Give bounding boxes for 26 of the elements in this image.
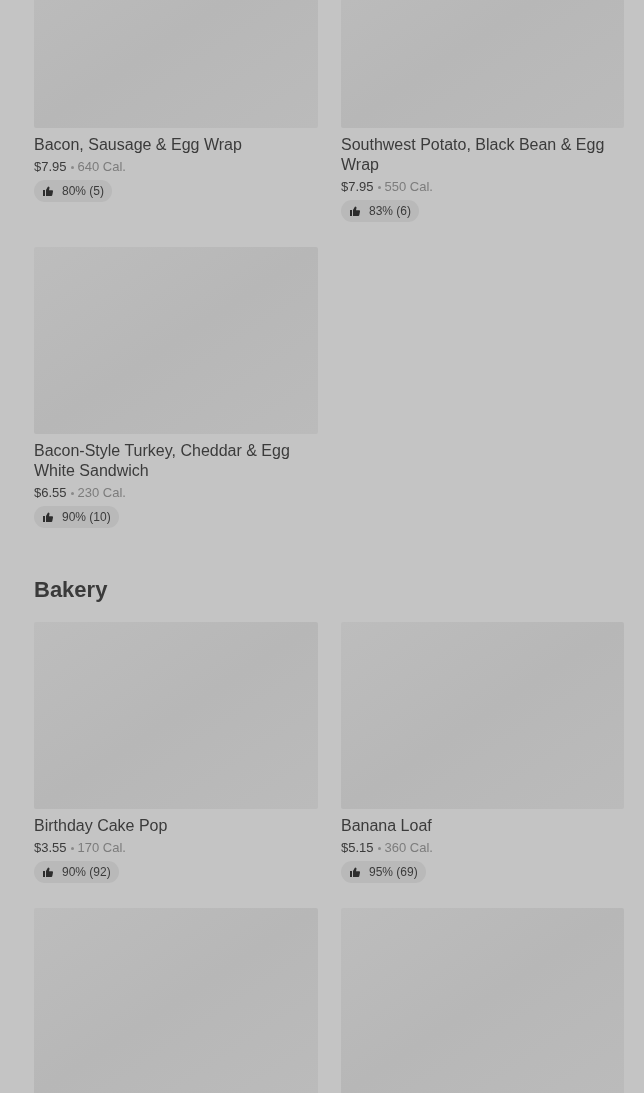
rating-badge: 80% (5) bbox=[34, 180, 113, 202]
item-name[interactable]: Banana Loaf bbox=[341, 816, 624, 836]
thumbs-up-icon bbox=[42, 511, 54, 523]
thumbs-up-icon bbox=[42, 185, 54, 197]
item-calories: 550 Cal. bbox=[384, 178, 433, 196]
item-name[interactable]: Birthday Cake Pop bbox=[34, 816, 318, 836]
thumbs-up-icon bbox=[42, 866, 54, 878]
item-name[interactable]: Bacon, Sausage & Egg Wrap bbox=[34, 135, 318, 155]
item-name[interactable]: Bacon-Style Turkey, Cheddar & Egg White Sandwich bbox=[34, 441, 318, 481]
item-price: $6.55 bbox=[34, 484, 67, 502]
rating-badge: 95% (69) bbox=[341, 861, 426, 883]
thumbs-up-icon bbox=[349, 205, 361, 217]
item-price: $5.15 bbox=[341, 839, 374, 857]
item-calories: 640 Cal. bbox=[77, 158, 126, 176]
section-heading: Bakery bbox=[34, 576, 109, 604]
rating-badge: 90% (92) bbox=[34, 861, 119, 883]
item-name[interactable]: Southwest Potato, Black Bean & Egg Wrap bbox=[341, 135, 624, 175]
item-calories: 230 Cal. bbox=[77, 484, 126, 502]
thumbs-up-icon bbox=[349, 866, 361, 878]
item-calories: 170 Cal. bbox=[77, 839, 126, 857]
item-calories: 360 Cal. bbox=[384, 839, 433, 857]
item-price: $7.95 bbox=[34, 158, 67, 176]
item-price: $3.55 bbox=[34, 839, 67, 857]
item-price: $7.95 bbox=[341, 178, 374, 196]
rating-badge: 83% (6) bbox=[341, 200, 420, 222]
rating-badge: 90% (10) bbox=[34, 506, 119, 528]
